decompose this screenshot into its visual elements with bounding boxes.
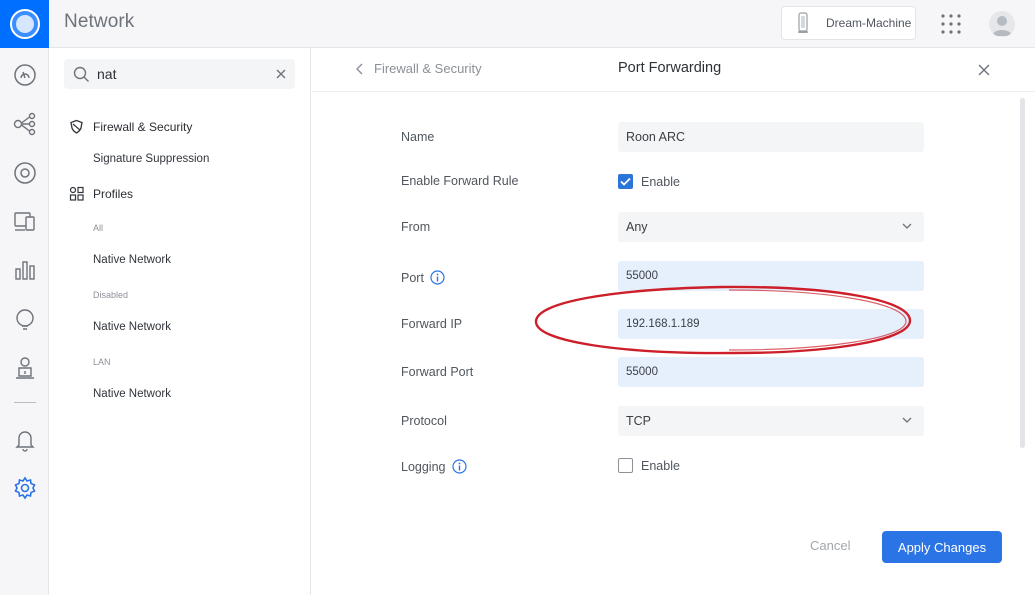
forward-port-input[interactable] xyxy=(618,357,924,387)
main-content: Firewall & Security Port Forwarding Name… xyxy=(312,48,1035,595)
logging-option: Enable xyxy=(641,458,680,473)
back-link-label: Firewall & Security xyxy=(374,61,482,76)
enable-forward-rule-option: Enable xyxy=(641,174,680,189)
port-input[interactable] xyxy=(618,261,924,291)
from-value: Any xyxy=(626,220,648,234)
rail-divider xyxy=(14,402,36,403)
search-input[interactable] xyxy=(97,63,267,85)
ubiquiti-logo-icon[interactable] xyxy=(0,0,49,48)
app-title: Network xyxy=(64,11,135,32)
scrollbar[interactable] xyxy=(1020,98,1025,448)
sidebar-item-firewall-security[interactable]: Firewall & Security xyxy=(93,120,192,134)
user-icon xyxy=(992,16,1012,36)
enable-forward-rule-label: Enable Forward Rule xyxy=(401,174,519,188)
device-label: Dream-Machine xyxy=(826,16,912,30)
sidebar-item-signature-suppression[interactable]: Signature Suppression xyxy=(93,153,209,165)
enable-forward-rule-row[interactable]: Enable xyxy=(618,174,680,189)
app-grid-icon[interactable] xyxy=(940,13,962,35)
info-icon[interactable] xyxy=(430,270,445,285)
info-icon[interactable] xyxy=(451,459,467,474)
sidebar-group-lan: LAN xyxy=(93,357,111,367)
enable-forward-rule-checkbox[interactable] xyxy=(618,174,633,189)
sidebar-item-native-network-all[interactable]: Native Network xyxy=(93,254,171,266)
page-header: Firewall & Security Port Forwarding xyxy=(312,48,1035,92)
protocol-select[interactable]: TCP xyxy=(618,406,924,436)
forward-ip-label: Forward IP xyxy=(401,317,463,331)
sidebar-item-native-network-disabled[interactable]: Native Network xyxy=(93,321,171,333)
from-select[interactable]: Any xyxy=(618,212,924,242)
shield-icon xyxy=(70,119,83,134)
logging-row[interactable]: Enable xyxy=(618,458,680,473)
forward-port-label: Forward Port xyxy=(401,365,474,379)
settings-gear-icon[interactable] xyxy=(12,475,38,501)
sidebar-item-native-network-lan[interactable]: Native Network xyxy=(93,388,171,400)
chevron-down-icon xyxy=(902,223,912,229)
close-icon[interactable] xyxy=(977,63,991,77)
name-label: Name xyxy=(401,130,435,144)
sidebar-group-disabled: Disabled xyxy=(93,290,129,300)
page-title: Port Forwarding xyxy=(618,60,722,76)
device-selector-button[interactable]: Dream-Machine xyxy=(781,6,916,40)
settings-side-panel: Firewall & Security Signature Suppressio… xyxy=(49,48,311,595)
client-devices-icon[interactable] xyxy=(12,208,38,234)
user-avatar[interactable] xyxy=(989,11,1015,37)
protocol-value: TCP xyxy=(626,414,651,428)
statistics-icon[interactable] xyxy=(12,257,38,283)
back-link[interactable]: Firewall & Security xyxy=(354,61,482,76)
clear-search-icon[interactable] xyxy=(274,67,288,81)
name-input[interactable] xyxy=(618,122,924,152)
logging-checkbox[interactable] xyxy=(618,458,633,473)
profiles-icon xyxy=(69,186,84,201)
logging-label-text: Logging xyxy=(401,459,446,474)
logging-label: Logging xyxy=(401,459,467,474)
devices-icon[interactable] xyxy=(12,160,38,186)
from-label: From xyxy=(401,220,431,234)
sidebar-group-all: All xyxy=(93,223,104,233)
port-label: Port xyxy=(401,270,445,285)
search-box[interactable] xyxy=(64,59,295,89)
checkmark-icon xyxy=(620,177,631,186)
insights-icon[interactable] xyxy=(12,306,38,332)
topology-icon[interactable] xyxy=(12,111,38,137)
search-icon xyxy=(73,66,89,82)
nav-rail xyxy=(0,48,49,595)
notifications-bell-icon[interactable] xyxy=(12,426,38,452)
chevron-left-icon xyxy=(356,63,363,74)
dashboard-icon[interactable] xyxy=(12,62,38,88)
port-label-text: Port xyxy=(401,270,424,285)
sidebar-item-profiles[interactable]: Profiles xyxy=(93,187,133,201)
apply-changes-button[interactable]: Apply Changes xyxy=(882,531,1002,563)
dream-machine-icon xyxy=(798,12,808,33)
top-bar: Network Dream-Machine xyxy=(0,0,1035,48)
forward-ip-input[interactable] xyxy=(618,309,924,339)
system-log-icon[interactable] xyxy=(12,354,38,380)
protocol-label: Protocol xyxy=(401,414,447,428)
chevron-down-icon xyxy=(902,417,912,423)
cancel-button[interactable]: Cancel xyxy=(810,538,850,553)
